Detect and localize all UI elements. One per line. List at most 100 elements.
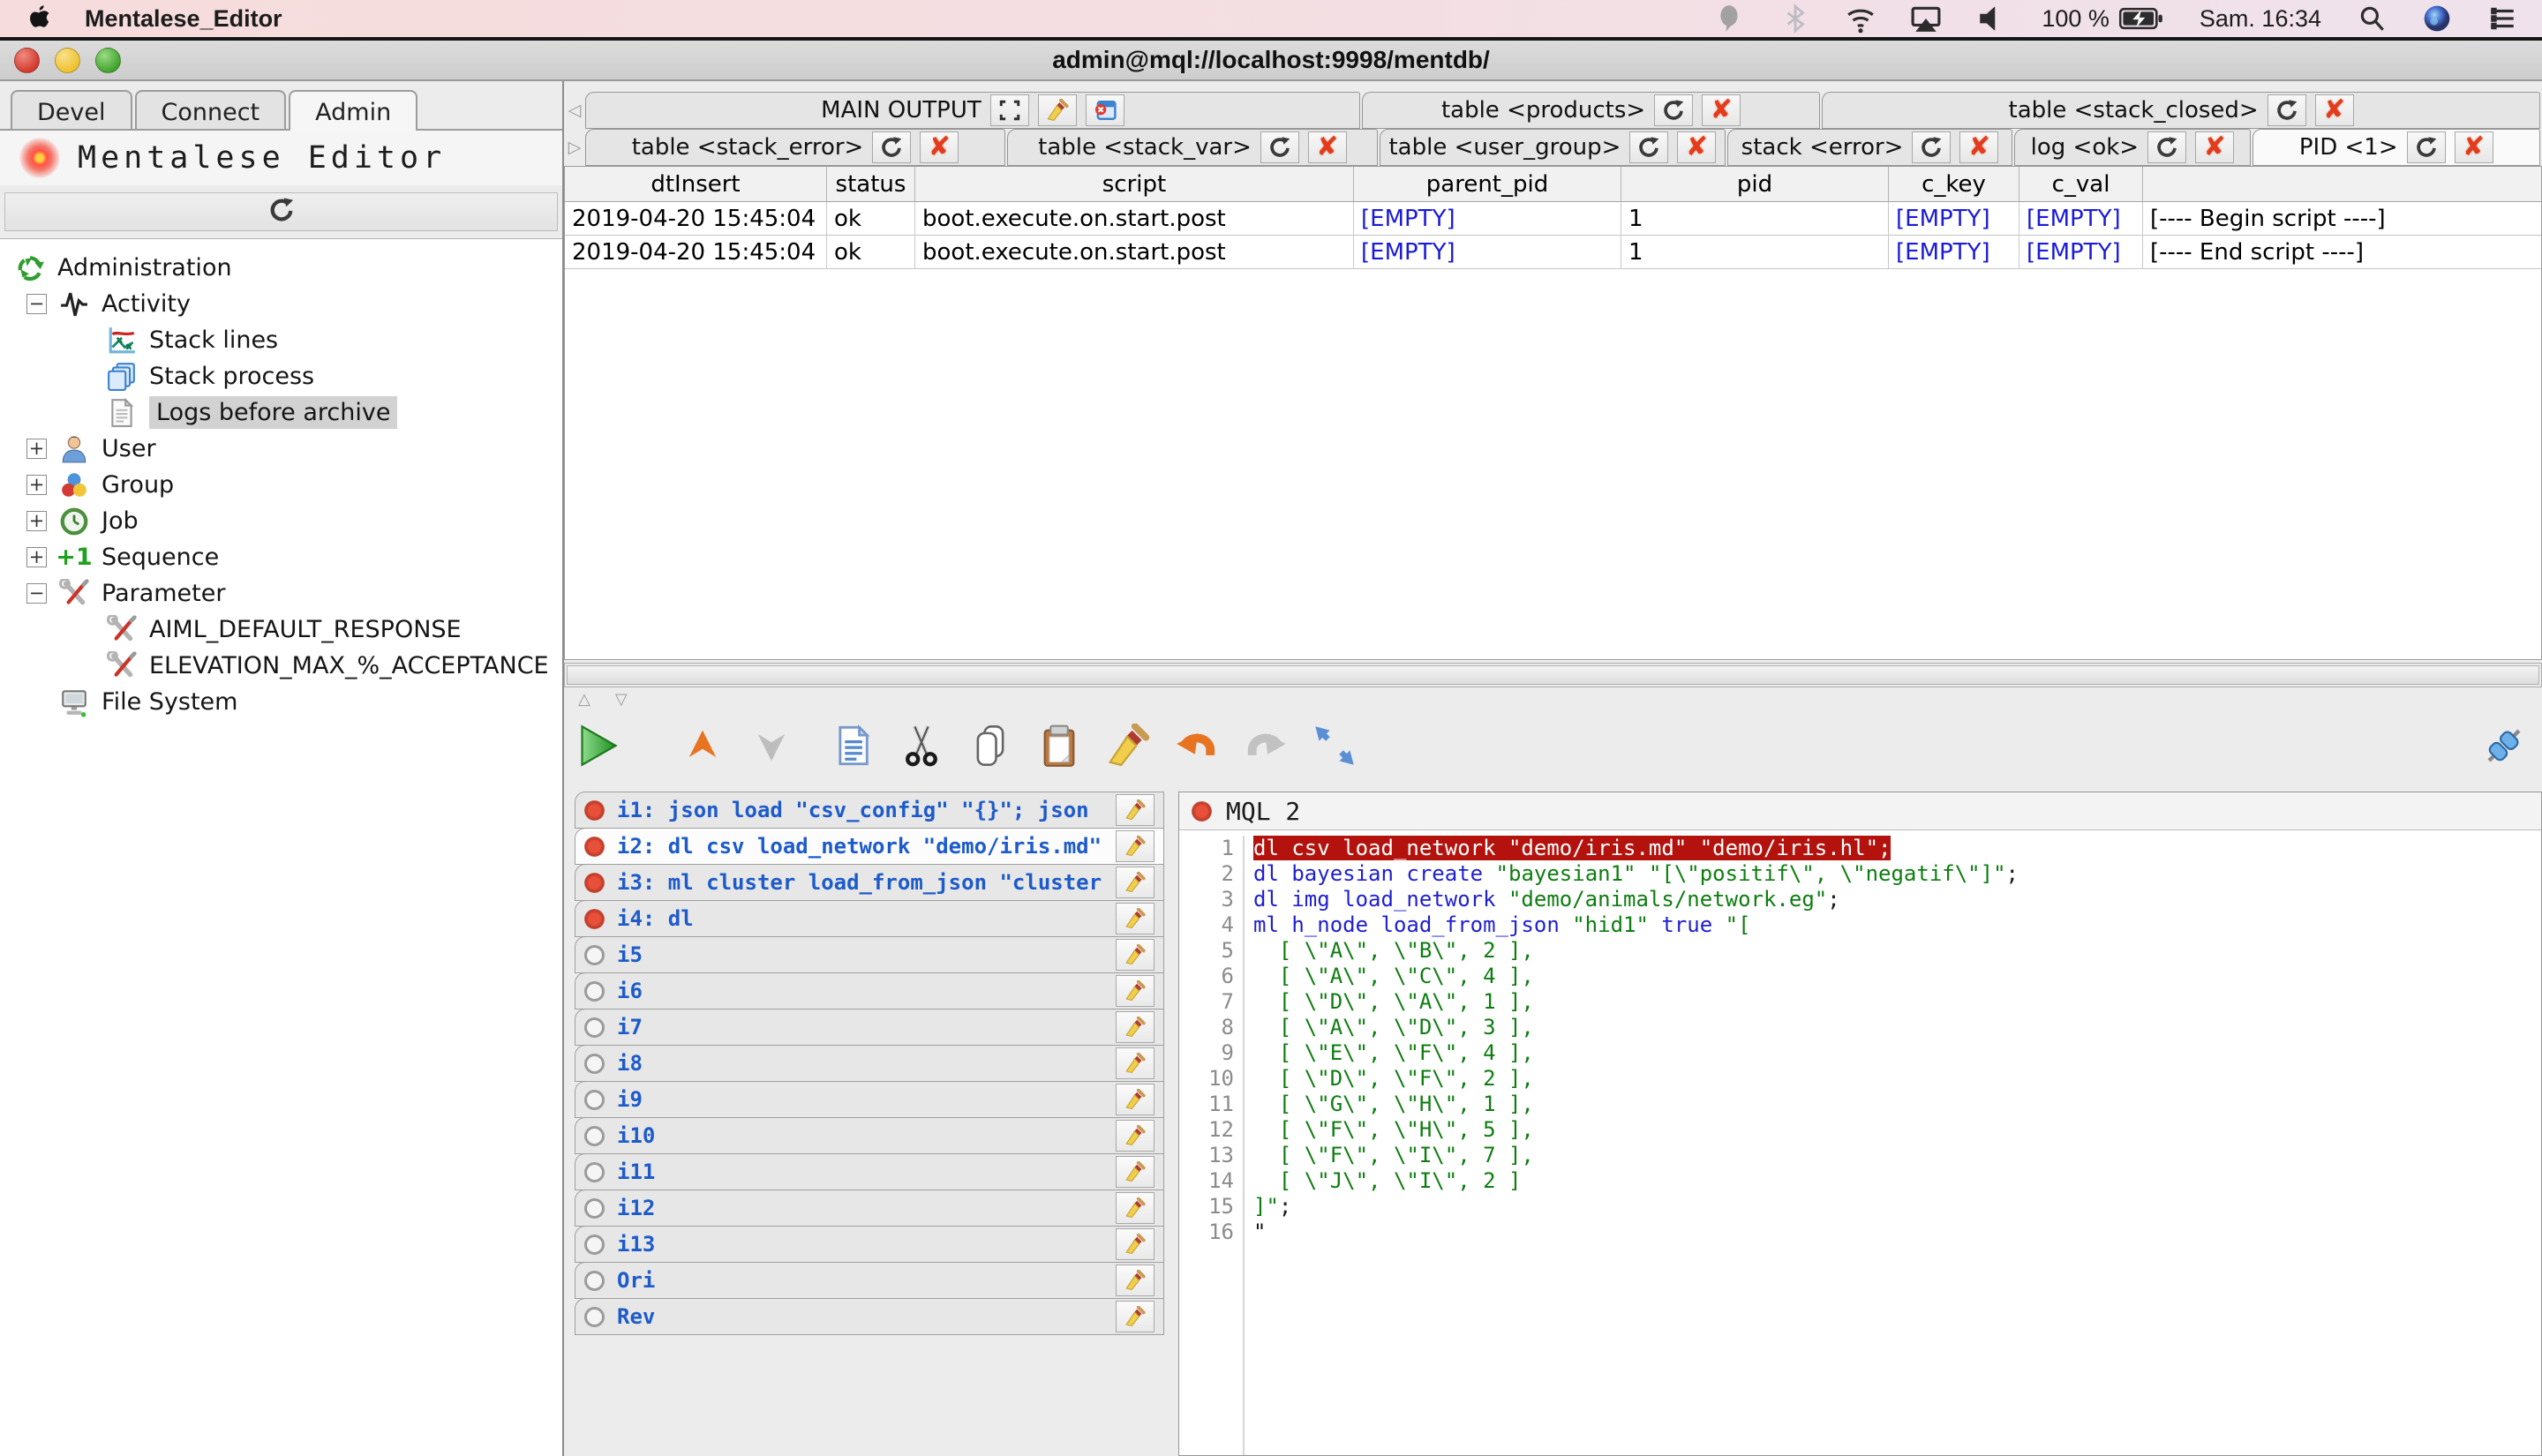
move-down-button[interactable] xyxy=(748,722,795,769)
grid-cell[interactable]: [EMPTY] xyxy=(1354,236,1621,268)
siri-icon[interactable] xyxy=(2422,4,2452,34)
clear-item-button[interactable] xyxy=(1116,1011,1154,1043)
close-tab-button[interactable]: ✘ xyxy=(1959,131,1998,163)
clear-item-button[interactable] xyxy=(1116,1228,1154,1260)
grid-column-header-dtinsert[interactable]: dtInsert xyxy=(565,167,827,201)
output-tab-log-ok[interactable]: log <ok>✘ xyxy=(2014,129,2250,166)
screen-mirroring-icon[interactable] xyxy=(1911,4,1941,34)
tree-item-administration[interactable]: Administration xyxy=(0,250,562,286)
clear-item-button[interactable] xyxy=(1116,1120,1154,1152)
maximize-panel-button[interactable] xyxy=(990,94,1029,126)
collapse-node-icon[interactable]: − xyxy=(26,583,47,604)
tree-item-activity[interactable]: −Activity xyxy=(0,286,562,322)
script-item-i5[interactable]: i5 xyxy=(575,936,1164,973)
grid-row[interactable]: 2019-04-20 15:45:04okboot.execute.on.sta… xyxy=(565,236,2541,269)
refresh-tab-button[interactable] xyxy=(2267,94,2306,126)
grid-column-header-parent-pid[interactable]: parent_pid xyxy=(1354,167,1621,201)
spotlight-search-icon[interactable] xyxy=(2357,4,2387,34)
grid-cell[interactable]: boot.execute.on.start.post xyxy=(915,236,1354,268)
close-tab-button[interactable]: ✘ xyxy=(2195,131,2234,163)
code-line[interactable]: ml h_node load_from_json "hid1" true "[ xyxy=(1253,912,2541,938)
tree-item-sequence[interactable]: ++1Sequence xyxy=(0,539,562,575)
wifi-icon[interactable] xyxy=(1846,4,1876,34)
clear-item-button[interactable] xyxy=(1116,1084,1154,1115)
code-line[interactable]: [ \"D\", \"A\", 1 ], xyxy=(1253,989,2541,1015)
close-tab-button[interactable]: ✘ xyxy=(1308,131,1347,163)
clear-item-button[interactable] xyxy=(1116,975,1154,1007)
refresh-tab-button[interactable] xyxy=(872,131,911,163)
tree-item-aiml-default-response[interactable]: AIML_DEFAULT_RESPONSE xyxy=(0,612,562,648)
sidebar-tab-connect[interactable]: Connect xyxy=(135,90,287,131)
expand-node-icon[interactable]: + xyxy=(26,475,47,495)
grid-column-header-c-val[interactable]: c_val xyxy=(2019,167,2143,201)
battery-status[interactable]: 100 % xyxy=(2042,4,2164,34)
script-item-i12[interactable]: i12 xyxy=(575,1190,1164,1227)
code-line[interactable]: dl bayesian create "bayesian1" "[\"posit… xyxy=(1253,861,2541,887)
grid-cell[interactable]: ok xyxy=(827,236,915,268)
clear-item-button[interactable] xyxy=(1116,830,1154,862)
code-line[interactable]: dl img load_network "demo/animals/networ… xyxy=(1253,887,2541,912)
script-item-i13[interactable]: i13 xyxy=(575,1226,1164,1263)
menu-bar-clock[interactable]: Sam. 16:34 xyxy=(2200,5,2321,33)
grid-cell[interactable]: 2019-04-20 15:45:04 xyxy=(565,236,827,268)
code-area[interactable]: dl csv load_network "demo/iris.md" "demo… xyxy=(1245,836,2541,1455)
close-console-button[interactable] xyxy=(1086,94,1124,126)
clear-item-button[interactable] xyxy=(1116,1156,1154,1188)
clear-item-button[interactable] xyxy=(1116,939,1154,971)
minimize-window-button[interactable] xyxy=(55,48,80,73)
splitter-collapse-up-icon[interactable]: △ xyxy=(578,690,590,709)
grid-column-header-pid[interactable]: pid xyxy=(1621,167,1889,201)
scrollbar-thumb[interactable] xyxy=(567,665,2539,685)
close-tab-button[interactable]: ✘ xyxy=(2315,94,2354,126)
code-line[interactable]: [ \"A\", \"C\", 4 ], xyxy=(1253,964,2541,989)
code-line[interactable]: " xyxy=(1253,1220,2541,1245)
script-item-ori[interactable]: Ori xyxy=(575,1262,1164,1299)
output-tab-table-user-group[interactable]: table <user_group>✘ xyxy=(1380,129,1726,166)
tree-item-logs-before-archive[interactable]: Logs before archive xyxy=(0,394,562,431)
grid-cell[interactable]: [---- Begin script ----] xyxy=(2143,202,2541,235)
code-line[interactable]: [ \"F\", \"I\", 7 ], xyxy=(1253,1143,2541,1168)
clear-item-button[interactable] xyxy=(1116,1301,1154,1332)
new-document-button[interactable] xyxy=(829,722,876,769)
resize-button[interactable] xyxy=(1311,722,1358,769)
grid-cell[interactable]: [EMPTY] xyxy=(2019,202,2143,235)
code-line[interactable]: [ \"E\", \"F\", 4 ], xyxy=(1253,1040,2541,1066)
code-line[interactable]: ]"; xyxy=(1253,1194,2541,1220)
connector-button[interactable] xyxy=(2480,722,2528,769)
refresh-tab-button[interactable] xyxy=(2147,131,2186,163)
grid-cell[interactable]: boot.execute.on.start.post xyxy=(915,202,1354,235)
apple-menu-icon[interactable] xyxy=(25,4,53,34)
grid-column-header[interactable] xyxy=(2143,167,2541,201)
script-item-i11[interactable]: i11 xyxy=(575,1153,1164,1190)
refresh-tab-button[interactable] xyxy=(1654,94,1693,126)
move-up-button[interactable] xyxy=(679,722,726,769)
tree-item-group[interactable]: +Group xyxy=(0,467,562,503)
splitter-collapse-down-icon[interactable]: ▽ xyxy=(615,690,628,709)
notification-balloon-icon[interactable] xyxy=(1715,4,1745,34)
grid-column-header-c-key[interactable]: c_key xyxy=(1889,167,2019,201)
grid-cell[interactable]: [---- End script ----] xyxy=(2143,236,2541,268)
copy-button[interactable] xyxy=(966,722,1014,769)
tab-scroll-right-icon[interactable]: ▷ xyxy=(568,138,582,157)
tree-item-stack-process[interactable]: Stack process xyxy=(0,358,562,394)
clear-item-button[interactable] xyxy=(1116,1192,1154,1224)
close-tab-button[interactable]: ✘ xyxy=(1702,94,1741,126)
output-tab-main-output[interactable]: MAIN OUTPUT xyxy=(585,92,1360,129)
zoom-window-button[interactable] xyxy=(95,48,121,73)
grid-column-header-status[interactable]: status xyxy=(827,167,915,201)
grid-cell[interactable]: [EMPTY] xyxy=(2019,236,2143,268)
tree-item-job[interactable]: +Job xyxy=(0,503,562,539)
tree-item-parameter[interactable]: −Parameter xyxy=(0,575,562,612)
grid-cell[interactable]: ok xyxy=(827,202,915,235)
tree-refresh-button[interactable] xyxy=(4,192,558,231)
tree-item-stack-lines[interactable]: Stack lines xyxy=(0,322,562,358)
code-line[interactable]: [ \"A\", \"B\", 2 ], xyxy=(1253,938,2541,964)
close-tab-button[interactable]: ✘ xyxy=(1677,131,1716,163)
script-item-i10[interactable]: i10 xyxy=(575,1117,1164,1154)
grid-row[interactable]: 2019-04-20 15:45:04okboot.execute.on.sta… xyxy=(565,202,2541,236)
grid-horizontal-scrollbar[interactable] xyxy=(564,663,2542,687)
code-line[interactable]: [ \"G\", \"H\", 1 ], xyxy=(1253,1092,2541,1117)
undo-button[interactable] xyxy=(1173,722,1221,769)
grid-cell[interactable]: 1 xyxy=(1621,236,1889,268)
close-tab-button[interactable]: ✘ xyxy=(2455,131,2493,163)
